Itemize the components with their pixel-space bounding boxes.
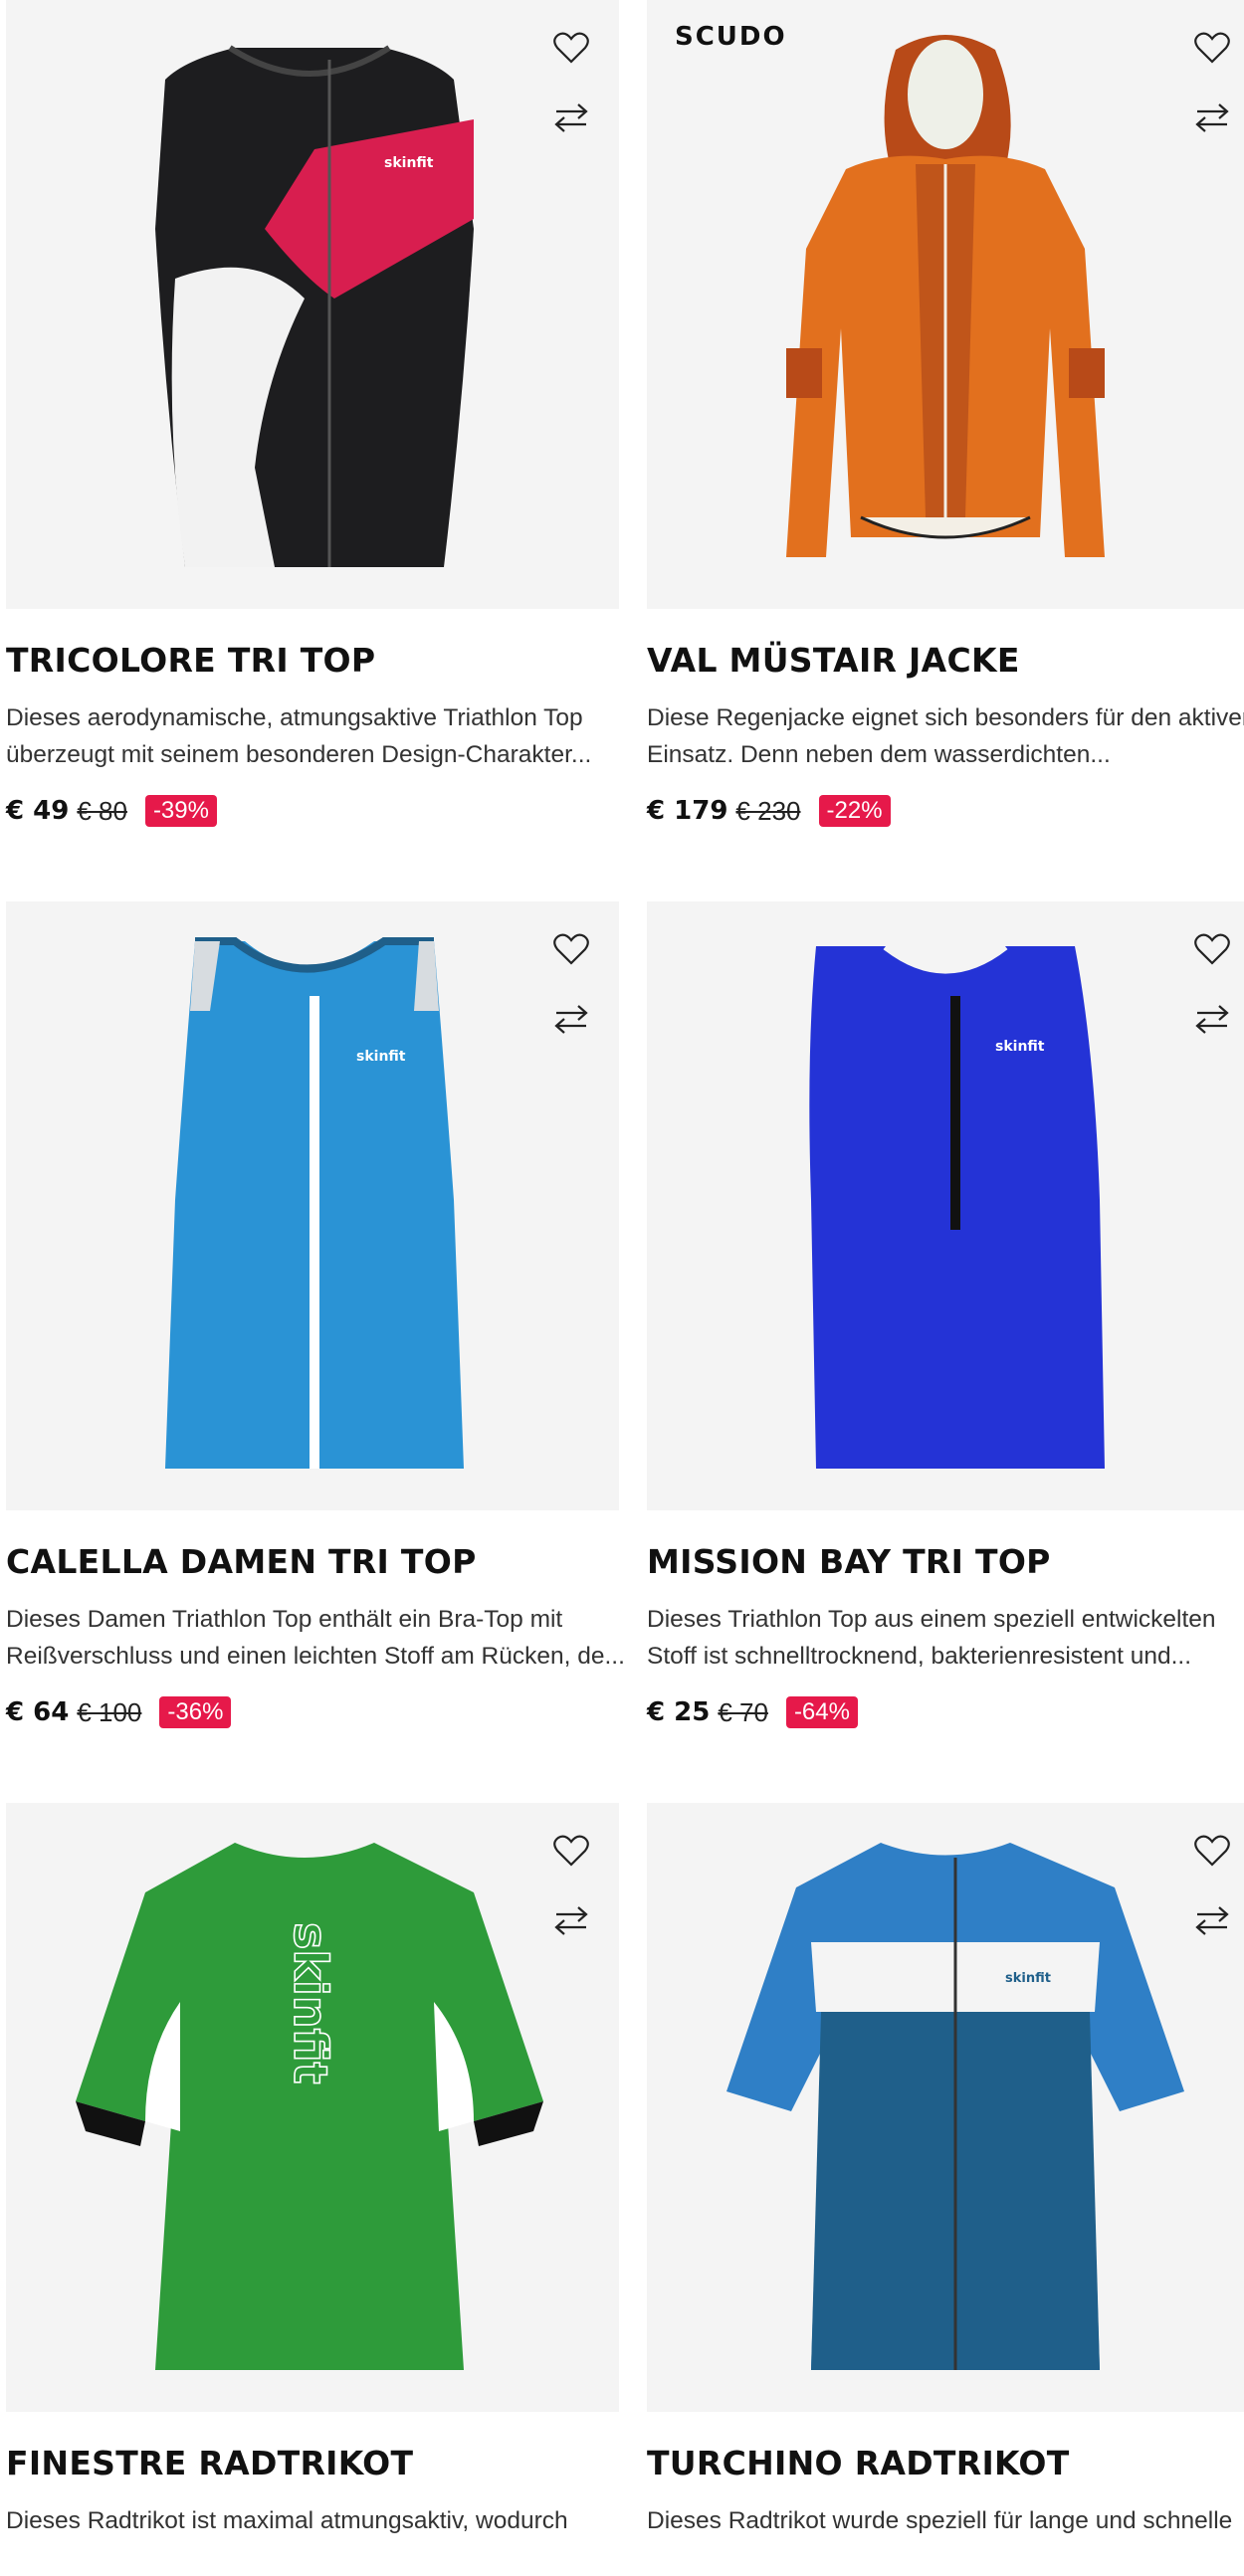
discount-badge: -39%: [144, 795, 217, 827]
product-card[interactable]: SCUDO VAL MÜSTAIR JACKE Diese Regenjacke…: [647, 0, 1244, 827]
svg-text:skinfit: skinfit: [384, 155, 434, 171]
product-image[interactable]: skinfit: [647, 1803, 1244, 2412]
tri-top-image: skinfit: [165, 937, 464, 1469]
tri-top-image: skinfit: [809, 942, 1105, 1469]
product-title[interactable]: FINESTRE RADTRIKOT: [6, 2444, 619, 2482]
product-card[interactable]: skinfit MISSION BAY TRI TOP Dieses Triat…: [647, 901, 1244, 1728]
svg-text:skinfit: skinfit: [1005, 1971, 1051, 1986]
product-title[interactable]: VAL MÜSTAIR JACKE: [647, 641, 1244, 680]
product-card[interactable]: skinfit TURCHINO RADTRIKOT Dieses Radtri…: [647, 1803, 1244, 2576]
heart-icon[interactable]: [1190, 1829, 1234, 1873]
discount-badge: -36%: [159, 1696, 232, 1728]
heart-icon[interactable]: [549, 1829, 593, 1873]
original-price: € 230: [735, 795, 801, 826]
price-row: € 25 € 70 -64%: [647, 1696, 1244, 1728]
product-image[interactable]: skinfit: [6, 901, 619, 1510]
original-price: € 100: [77, 1696, 142, 1727]
description-line: Einsatz. Denn neben dem wasserdichten...: [647, 741, 1111, 768]
product-card[interactable]: skinfit TRICOLORE TRI TOP Dieses aerodyn…: [6, 0, 619, 827]
svg-text:skinfit: skinfit: [995, 1039, 1045, 1055]
product-description: Dieses Damen Triathlon Top enthält ein B…: [6, 1601, 633, 1675]
description-line: überzeugt mit seinem besonderen Design-C…: [6, 741, 592, 768]
product-title[interactable]: MISSION BAY TRI TOP: [647, 1542, 1244, 1581]
product-description: Diese Regenjacke eignet sich besonders f…: [647, 699, 1244, 773]
description-line: Dieses Damen Triathlon Top enthält ein B…: [6, 1606, 563, 1633]
product-image[interactable]: SCUDO: [647, 0, 1244, 609]
product-image[interactable]: skinfit: [6, 0, 619, 609]
product-description: Dieses Triathlon Top aus einem speziell …: [647, 1601, 1244, 1675]
product-title[interactable]: TURCHINO RADTRIKOT: [647, 2444, 1244, 2482]
product-image[interactable]: skinfit: [647, 901, 1244, 1510]
description-line: Stoff ist schnelltrocknend, bakterienres…: [647, 1643, 1192, 1670]
heart-icon[interactable]: [549, 927, 593, 971]
rain-jacket-image: [786, 35, 1105, 557]
compare-arrows-icon[interactable]: [549, 997, 593, 1041]
original-price: € 80: [77, 795, 127, 826]
discount-badge: -64%: [785, 1696, 858, 1728]
heart-icon[interactable]: [1190, 927, 1234, 971]
description-line: Dieses Radtrikot ist maximal atmungsakti…: [6, 2507, 568, 2534]
cycling-jersey-image: skinfit: [726, 1843, 1184, 2370]
product-description: Dieses Radtrikot wurde speziell für lang…: [647, 2502, 1244, 2576]
svg-text:skinfit: skinfit: [284, 1922, 337, 2084]
current-price: € 49: [6, 796, 70, 826]
heart-icon[interactable]: [549, 26, 593, 70]
brand-logo: SCUDO: [675, 22, 787, 52]
heart-icon[interactable]: [1190, 26, 1234, 70]
discount-badge: -22%: [818, 795, 891, 827]
current-price: € 64: [6, 1697, 70, 1727]
product-image[interactable]: skinfit: [6, 1803, 619, 2412]
current-price: € 25: [647, 1697, 711, 1727]
product-description: Dieses aerodynamische, atmungsaktive Tri…: [6, 699, 633, 773]
description-line: Reißverschluss und einen leichten Stoff …: [6, 1643, 625, 1670]
price-row: € 64 € 100 -36%: [6, 1696, 619, 1728]
description-line: Dieses Triathlon Top aus einem speziell …: [647, 1606, 1216, 1633]
product-title[interactable]: CALELLA DAMEN TRI TOP: [6, 1542, 619, 1581]
original-price: € 70: [718, 1696, 768, 1727]
cycling-jersey-image: skinfit: [76, 1843, 543, 2370]
svg-text:skinfit: skinfit: [356, 1049, 406, 1065]
description-line: Dieses Radtrikot wurde speziell für lang…: [647, 2507, 1233, 2534]
product-title[interactable]: TRICOLORE TRI TOP: [6, 641, 619, 680]
compare-arrows-icon[interactable]: [549, 96, 593, 139]
price-row: € 49 € 80 -39%: [6, 795, 619, 827]
description-line: Dieses aerodynamische, atmungsaktive Tri…: [6, 704, 583, 731]
description-line: Diese Regenjacke eignet sich besonders f…: [647, 704, 1244, 731]
compare-arrows-icon[interactable]: [1190, 96, 1234, 139]
product-description: Dieses Radtrikot ist maximal atmungsakti…: [6, 2502, 633, 2576]
compare-arrows-icon[interactable]: [1190, 1898, 1234, 1942]
compare-arrows-icon[interactable]: [549, 1898, 593, 1942]
product-card[interactable]: skinfit FINESTRE RADTRIKOT Dieses Radtri…: [6, 1803, 619, 2576]
current-price: € 179: [647, 796, 728, 826]
price-row: € 179 € 230 -22%: [647, 795, 1244, 827]
product-card[interactable]: skinfit CALELLA DAMEN TRI TOP Dieses Dam…: [6, 901, 625, 1728]
compare-arrows-icon[interactable]: [1190, 997, 1234, 1041]
tri-top-image: skinfit: [155, 45, 474, 567]
